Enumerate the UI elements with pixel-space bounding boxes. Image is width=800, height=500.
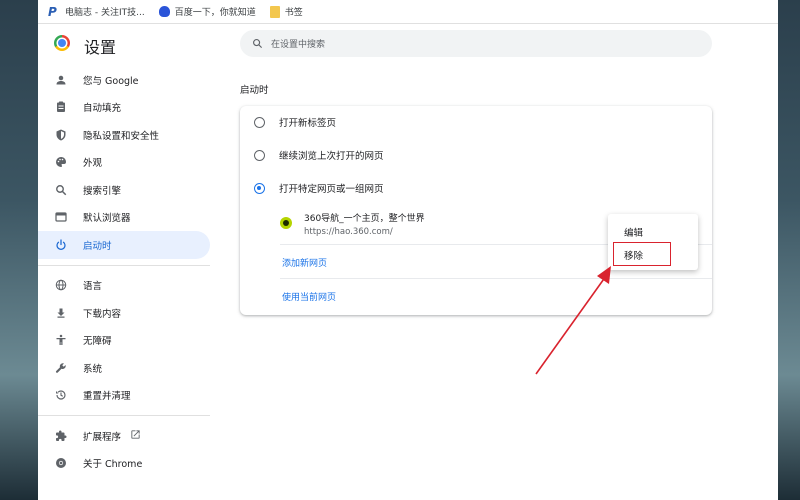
annotation-arrow — [535, 266, 611, 375]
settings-window: P 电脑志 - 关注IT技... 百度一下，你就知道 书签 设置 在设置中搜索 … — [38, 0, 778, 500]
